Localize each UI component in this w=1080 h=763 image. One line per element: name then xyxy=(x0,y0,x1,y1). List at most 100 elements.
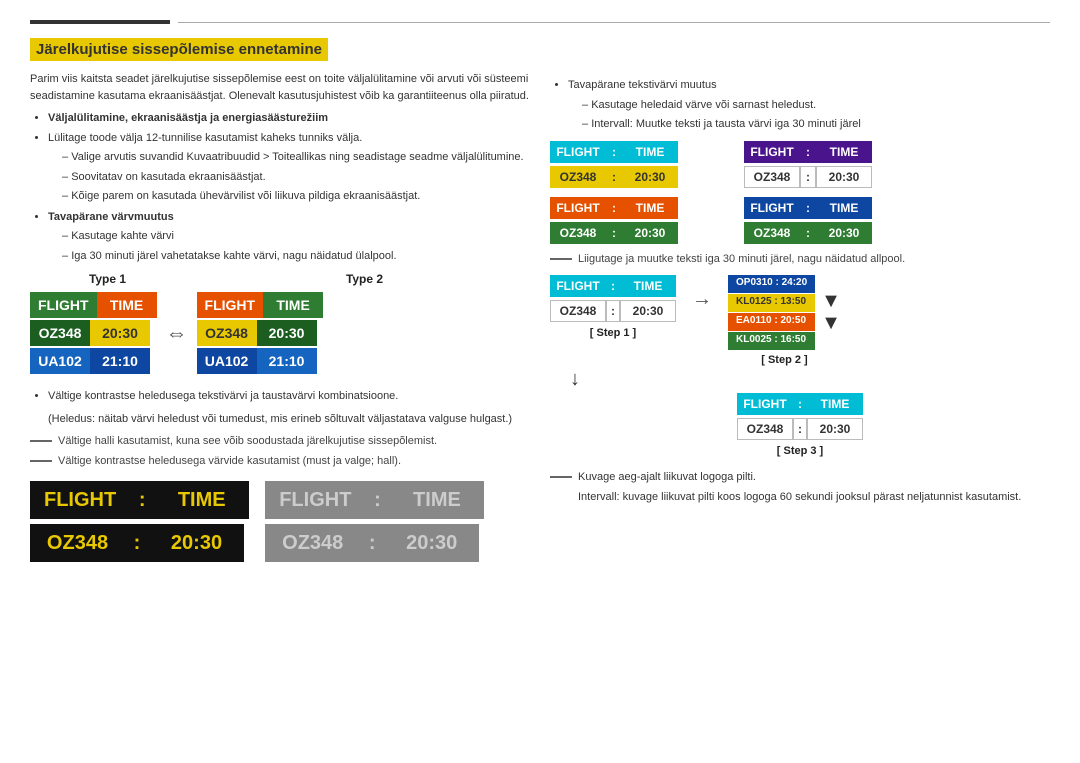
steps-1-2: FLIGHT : TIME OZ348 : 20:30 [ Step 1 ] xyxy=(550,275,1050,366)
bg-time: TIME xyxy=(389,481,484,519)
mb3-oz348: OZ348 xyxy=(550,222,606,244)
logo-note-text: Kuvage aeg-ajalt liikuvat logoga pilti. xyxy=(578,469,756,486)
section1-list: Väljalülitamine, ekraanisäästja ja energ… xyxy=(30,110,530,264)
step3-col: FLIGHT : TIME OZ348 : 20:30 [ Step 3 ] xyxy=(550,393,1050,457)
mb3-colon1: : xyxy=(606,197,622,219)
mb2-flight: FLIGHT xyxy=(744,141,800,163)
bg-flight: FLIGHT xyxy=(265,481,365,519)
step3-board: FLIGHT : TIME OZ348 : 20:30 xyxy=(737,393,863,441)
t1-oz348-label: OZ348 xyxy=(30,320,90,346)
t2-2030-label: 20:30 xyxy=(257,320,317,346)
s1-oz348: OZ348 xyxy=(550,300,606,322)
bb-time: TIME xyxy=(154,481,249,519)
type2-label: Type 2 xyxy=(287,272,442,286)
step1-label: [ Step 1 ] xyxy=(590,327,636,339)
t1-2030-label: 20:30 xyxy=(90,320,150,346)
bg-2030: 20:30 xyxy=(384,524,479,562)
mb3-time: TIME xyxy=(622,197,678,219)
list-item: Soovitatav on kasutada ekraanisäästjat. xyxy=(62,169,530,186)
mb4-colon2: : xyxy=(800,222,816,244)
bg-oz348: OZ348 xyxy=(265,524,360,562)
s2-r3: EA0110 : 20:50 xyxy=(728,313,815,331)
s2-r2: KL0125 : 13:50 xyxy=(728,294,815,312)
s1-colon2: : xyxy=(606,300,620,322)
mb1-2030: 20:30 xyxy=(622,166,678,188)
list-item: Tavapärane värvmuutus xyxy=(48,209,530,226)
t1-flight-label: FLIGHT xyxy=(30,292,97,318)
type2-board: FLIGHT TIME OZ348 20:30 UA102 21:10 xyxy=(197,292,324,374)
mb1-oz348: OZ348 xyxy=(550,166,606,188)
note1: Vältige kontrastse heledusega tekstivärv… xyxy=(48,388,530,405)
mb1-colon1: : xyxy=(606,141,622,163)
step3-label: [ Step 3 ] xyxy=(777,445,823,457)
mb3-2030: 20:30 xyxy=(622,222,678,244)
s3-item2: Intervall: Muutke teksti ja tausta värvi… xyxy=(582,116,1050,133)
step1-col: FLIGHT : TIME OZ348 : 20:30 [ Step 1 ] xyxy=(550,275,676,339)
mini-board-4: FLIGHT : TIME OZ348 : 20:30 xyxy=(744,197,930,245)
s3-2030: 20:30 xyxy=(807,418,863,440)
s1-2030: 20:30 xyxy=(620,300,676,322)
s3-time: TIME xyxy=(807,393,863,415)
s3-colon2: : xyxy=(793,418,807,440)
mb4-oz348: OZ348 xyxy=(744,222,800,244)
list-item: Väljalülitamine, ekraanisäästja ja energ… xyxy=(48,110,530,127)
mb4-flight: FLIGHT xyxy=(744,197,800,219)
logo-note-section: Kuvage aeg-ajalt liikuvat logoga pilti. … xyxy=(550,469,1050,506)
list-item: Iga 30 minuti järel vahetatakse kahte vä… xyxy=(62,248,530,265)
s1-colon1: : xyxy=(606,275,620,297)
step2-col: OP0310 : 24:20 KL0125 : 13:50 EA0110 : 2… xyxy=(728,275,841,366)
s1-time: TIME xyxy=(620,275,676,297)
s2-r4: KL0025 : 16:50 xyxy=(728,332,815,350)
logo-note-line: Kuvage aeg-ajalt liikuvat logoga pilti. xyxy=(550,469,1050,486)
intro-text: Parim viis kaitsta seadet järelkujutise … xyxy=(30,71,530,104)
bg-colon1: : xyxy=(365,481,389,519)
steps-section: FLIGHT : TIME OZ348 : 20:30 [ Step 1 ] xyxy=(550,275,1050,506)
list-item: Kasutage kahte värvi xyxy=(62,228,530,245)
big-board-gray: FLIGHT : TIME OZ348 : 20:30 xyxy=(265,481,484,564)
big-boards-container: FLIGHT : TIME OZ348 : 20:30 FLIGHT : TIM… xyxy=(30,481,530,564)
warn2-line: Vältige kontrastse heledusega värvide ka… xyxy=(30,455,530,467)
mb2-oz348: OZ348 xyxy=(744,166,800,188)
section-title: Järelkujutise sissepõlemise ennetamine xyxy=(30,38,328,61)
type1-board: FLIGHT TIME OZ348 20:30 UA102 21:10 xyxy=(30,292,157,374)
t2-2110-label: 21:10 xyxy=(257,348,317,374)
step-note-text: Liigutage ja muutke teksti iga 30 minuti… xyxy=(578,253,905,265)
mb4-colon1: : xyxy=(800,197,816,219)
t2-time-label: TIME xyxy=(263,292,323,318)
mini-board-1: FLIGHT : TIME OZ348 : 20:30 xyxy=(550,141,736,189)
mb3-flight: FLIGHT xyxy=(550,197,606,219)
mb1-colon2: : xyxy=(606,166,622,188)
mb2-colon2: : xyxy=(800,166,816,188)
step2-label: [ Step 2 ] xyxy=(761,354,807,366)
list-item: Valige arvutis suvandid Kuvaatribuudid >… xyxy=(62,149,530,166)
t2-oz348-label: OZ348 xyxy=(197,320,257,346)
mb1-time: TIME xyxy=(622,141,678,163)
contrast-note: Vältige kontrastse heledusega tekstivärv… xyxy=(30,388,530,427)
mb4-time: TIME xyxy=(816,197,872,219)
s3-title: Tavapärane tekstivärvi muutus xyxy=(568,77,1050,94)
bb-2030: 20:30 xyxy=(149,524,244,562)
t2-ua102-label: UA102 xyxy=(197,348,257,374)
list-item: Kõige parem on kasutada ühevärvilist või… xyxy=(62,188,530,205)
s3-flight: FLIGHT xyxy=(737,393,793,415)
step-arrow-right: → xyxy=(692,275,712,325)
mb3-colon2: : xyxy=(606,222,622,244)
s3-colon1: : xyxy=(793,393,807,415)
t1-time-label: TIME xyxy=(97,292,157,318)
bb-flight: FLIGHT xyxy=(30,481,130,519)
mini-board-3: FLIGHT : TIME OZ348 : 20:30 xyxy=(550,197,736,245)
note2: (Heledus: näitab värvi heledust või tume… xyxy=(30,411,530,428)
warn2-text: Vältige kontrastse heledusega värvide ka… xyxy=(58,455,401,467)
bb-colon2: : xyxy=(125,524,149,562)
type-boards-container: FLIGHT TIME OZ348 20:30 UA102 21:10 ⇔ FL… xyxy=(30,292,530,374)
scroll-arrows: ▼ ▼ xyxy=(821,290,841,334)
s2-r1: OP0310 : 24:20 xyxy=(728,275,815,293)
mb4-2030: 20:30 xyxy=(816,222,872,244)
mb1-flight: FLIGHT xyxy=(550,141,606,163)
s3-oz348: OZ348 xyxy=(737,418,793,440)
step2-board: OP0310 : 24:20 KL0125 : 13:50 EA0110 : 2… xyxy=(728,275,815,350)
section3-list: Tavapärane tekstivärvi muutus Kasutage h… xyxy=(550,77,1050,133)
t1-ua102-label: UA102 xyxy=(30,348,90,374)
mb2-2030: 20:30 xyxy=(816,166,872,188)
s1-flight: FLIGHT xyxy=(550,275,606,297)
